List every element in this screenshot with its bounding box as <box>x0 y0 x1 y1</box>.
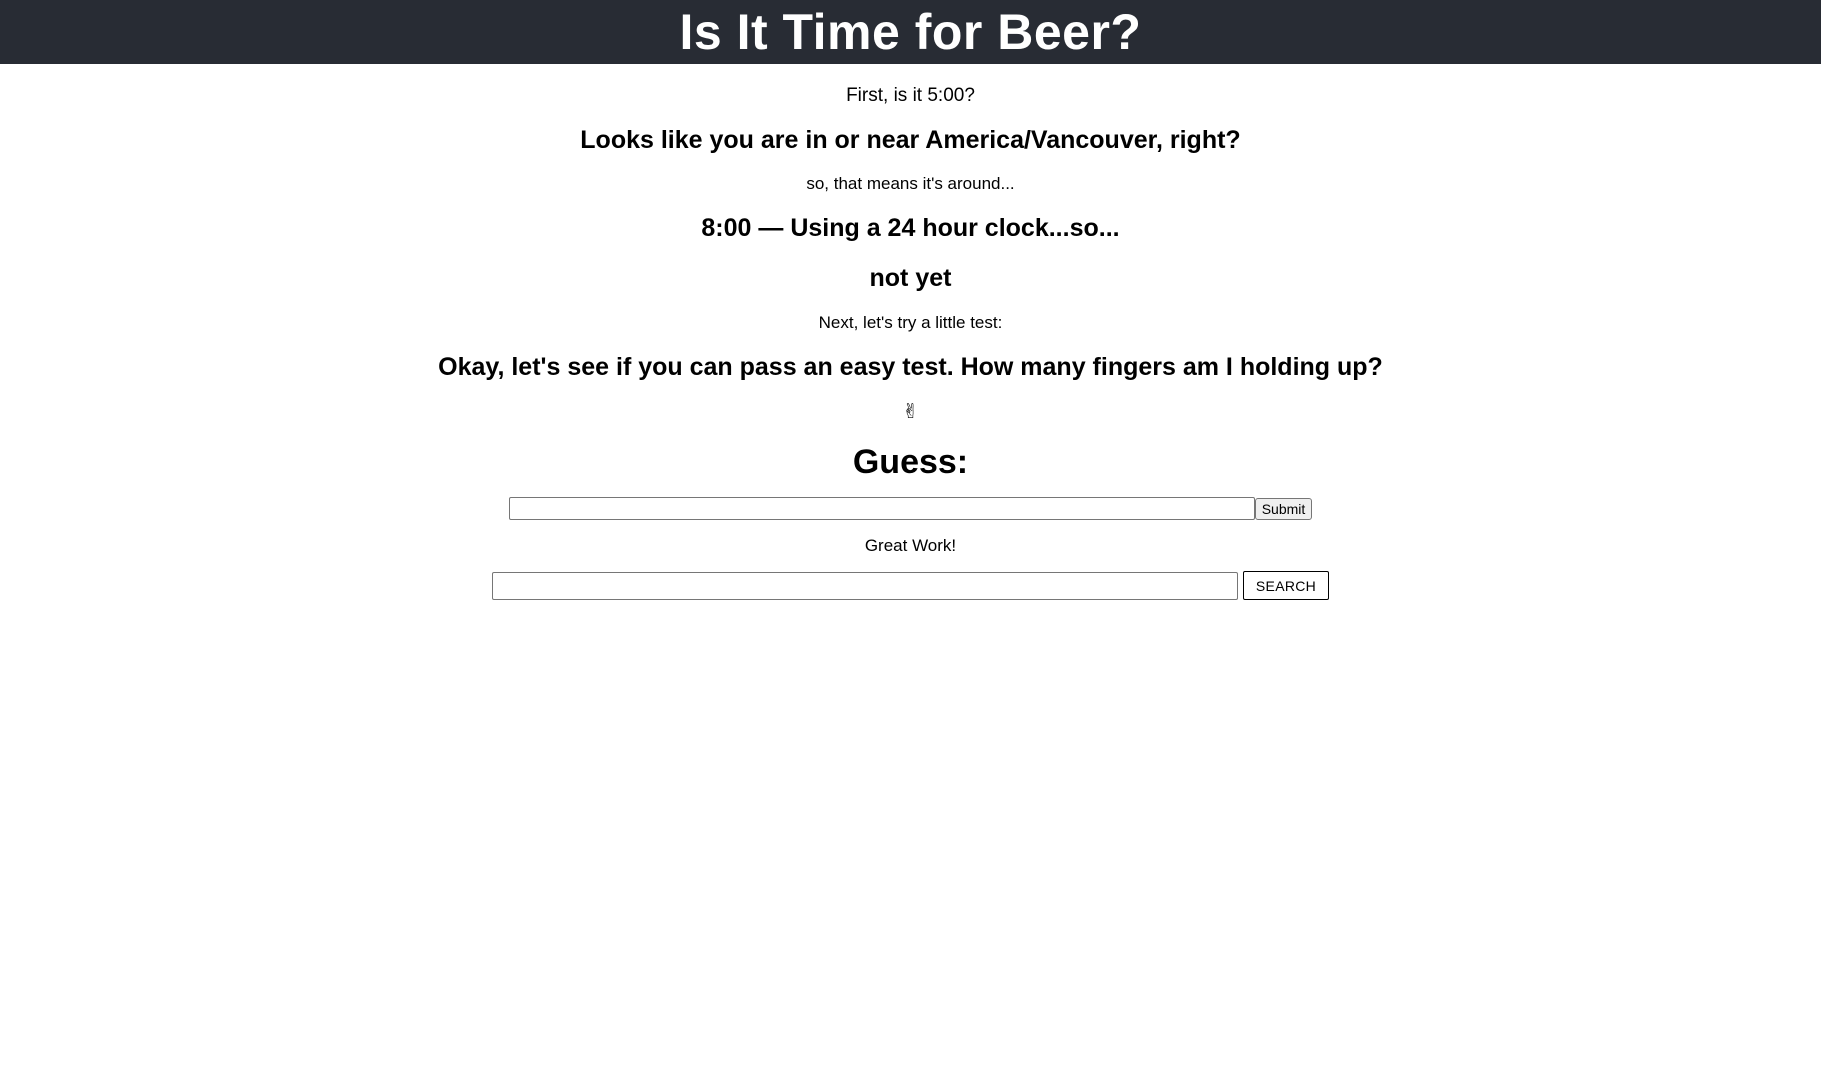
search-form: SEARCH <box>491 571 1330 600</box>
page-title: Is It Time for Beer? <box>679 4 1142 60</box>
first-question-text: First, is it 5:00? <box>846 85 975 106</box>
time-heading: 8:00 — Using a 24 hour clock...so... <box>701 214 1120 242</box>
means-text: so, that means it's around... <box>806 174 1015 193</box>
guess-form: Submit <box>508 497 1313 520</box>
guess-heading: Guess: <box>852 443 969 481</box>
next-test-text: Next, let's try a little test: <box>818 313 1003 332</box>
victory-hand-icon: ✌ <box>902 401 919 423</box>
guess-input[interactable] <box>508 497 1255 520</box>
verdict-heading: not yet <box>869 264 952 292</box>
main-content: First, is it 5:00? Looks like you are in… <box>0 64 1821 600</box>
submit-button[interactable]: Submit <box>1254 497 1313 520</box>
search-input[interactable] <box>491 571 1238 600</box>
search-button[interactable]: SEARCH <box>1242 571 1330 600</box>
feedback-text: Great Work! <box>864 536 957 555</box>
location-heading: Looks like you are in or near America/Va… <box>580 126 1241 154</box>
page-header: Is It Time for Beer? <box>0 0 1821 64</box>
test-heading: Okay, let's see if you can pass an easy … <box>438 353 1383 381</box>
